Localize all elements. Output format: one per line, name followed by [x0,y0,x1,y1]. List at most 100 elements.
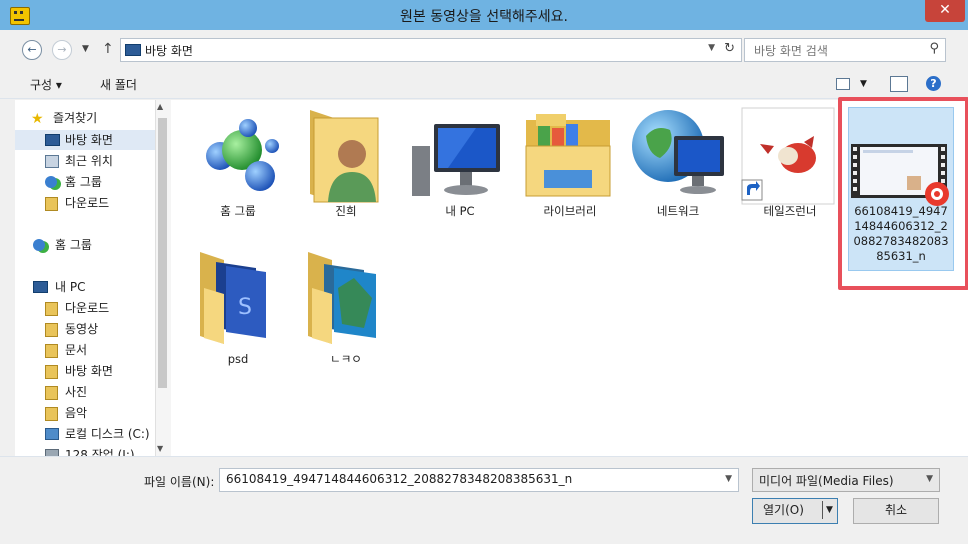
address-row: ← → ▼ ↑ 바탕 화면 ▼ ↻ 바탕 화면 검색 ⚲ [8,34,960,66]
file-item-user[interactable]: 진희 [294,106,398,256]
file-item-homegroup[interactable]: 홈 그룹 [186,106,290,256]
computer-icon [412,124,500,196]
sidebar-favorites[interactable]: ★ 즐겨찾기 [15,108,155,128]
file-type-select[interactable]: 미디어 파일(Media Files) ▼ [752,468,940,492]
folder-icon [308,252,376,344]
navigation-pane: ★ 즐겨찾기 바탕 화면 최근 위치 홈 그룹 다운로드 홈 그룹 내 PC 다… [15,100,155,456]
sidebar-label: 최근 위치 [65,154,113,168]
open-menu-arrow-icon[interactable]: ▼ [826,505,833,515]
sidebar-label: 동영상 [65,322,99,336]
sidebar-label: 바탕 화면 [65,364,113,378]
file-item-psd[interactable]: S psd [186,248,290,398]
scroll-down-icon[interactable]: ▼ [157,444,163,453]
sidebar-item-pictures[interactable]: 사진 [15,382,155,402]
sidebar-label: 다운로드 [65,301,110,315]
homegroup-icon [45,176,57,188]
scroll-up-icon[interactable]: ▲ [157,102,163,111]
file-item-nko[interactable]: ㄴㅋㅇ [294,248,398,398]
file-label: 라이브러리 [543,204,597,218]
sidebar-label: 홈 그룹 [55,238,92,252]
file-item-libraries[interactable]: 라이브러리 [518,106,622,256]
computer-icon [33,281,48,293]
address-bar[interactable]: 바탕 화면 ▼ ↻ [120,38,742,62]
sidebar-item-downloads[interactable]: 다운로드 [15,193,155,213]
sidebar-item-work-drive[interactable]: 128 작업 (I:) [15,445,155,456]
homegroup-icon [33,239,45,251]
file-open-dialog: 원본 동영상을 선택해주세요. ✕ ← → ▼ ↑ 바탕 화면 ▼ ↻ 바탕 화… [0,0,968,544]
file-item-talesrunner[interactable]: 테일즈런너 [738,106,842,256]
folder-icon: S [200,252,266,344]
sidebar-label: 로컬 디스크 (C:) [65,427,150,441]
title-bar[interactable]: 원본 동영상을 선택해주세요. ✕ [0,0,968,30]
sidebar-item-music[interactable]: 음악 [15,403,155,423]
file-label: psd [227,352,249,366]
back-button[interactable]: ← [22,40,42,60]
chevron-down-icon[interactable]: ▼ [708,43,715,53]
file-item-network[interactable]: 네트워크 [626,106,730,256]
desktop-icon [45,134,60,146]
downloads-icon [45,197,58,211]
filename-value: 66108419_494714844606312_208827834820838… [226,472,573,486]
sidebar-item-recent[interactable]: 최근 위치 [15,151,155,171]
drive-icon [45,449,59,456]
sidebar-item-homegroup[interactable]: 홈 그룹 [15,172,155,192]
sidebar-item-local-disk[interactable]: 로컬 디스크 (C:) [15,424,155,444]
file-label: 내 PC [445,204,475,218]
desktop-icon [125,44,141,56]
preview-pane-icon[interactable] [890,76,908,92]
search-input[interactable]: 바탕 화면 검색 ⚲ [744,38,946,62]
sidebar-homegroup[interactable]: 홈 그룹 [15,235,155,255]
file-item-this-pc[interactable]: 내 PC [408,106,512,256]
sidebar-label: 내 PC [55,280,86,294]
documents-icon [45,344,58,358]
selected-file-highlight [838,97,968,290]
file-label: 네트워크 [656,204,700,218]
pictures-icon [45,386,58,400]
cancel-button[interactable]: 취소 [853,498,939,524]
chevron-down-icon[interactable]: ▼ [725,474,732,484]
forward-button[interactable]: → [52,40,72,60]
desktop-icon [45,365,58,379]
organize-button[interactable]: 구성 ▾ [30,76,62,93]
sidebar-label: 음악 [65,406,88,420]
sidebar-this-pc[interactable]: 내 PC [15,277,155,297]
chevron-down-icon: ▼ [926,474,933,484]
star-icon: ★ [31,111,44,127]
sidebar-item-videos[interactable]: 동영상 [15,319,155,339]
refresh-icon[interactable]: ↻ [724,41,735,56]
libraries-icon [525,114,611,197]
svg-text:S: S [238,295,252,320]
sidebar-label: 다운로드 [65,196,110,210]
search-icon[interactable]: ⚲ [929,41,939,56]
music-icon [45,407,58,421]
drive-icon [45,428,59,440]
sidebar-scroll-thumb[interactable] [158,118,167,388]
open-split-divider [822,501,823,519]
new-folder-button[interactable]: 새 폴더 [100,76,137,93]
user-folder-icon [310,110,379,203]
filename-label: 파일 이름(N): [144,475,215,489]
file-label: ㄴㅋㅇ [330,352,362,366]
sidebar-item-documents[interactable]: 문서 [15,340,155,360]
view-options-arrow-icon[interactable]: ▼ [860,79,867,89]
file-type-value: 미디어 파일(Media Files) [759,474,894,488]
sidebar-item-pc-downloads[interactable]: 다운로드 [15,298,155,318]
view-options-icon[interactable] [836,78,850,90]
file-label: 홈 그룹 [220,204,256,218]
close-button[interactable]: ✕ [925,0,965,22]
sidebar-item-pc-desktop[interactable]: 바탕 화면 [15,361,155,381]
downloads-icon [45,302,58,316]
homegroup-icon [206,119,279,191]
game-shortcut-icon [741,107,835,205]
sidebar-item-desktop[interactable]: 바탕 화면 [15,130,155,150]
network-icon [632,110,724,194]
filename-input[interactable]: 66108419_494714844606312_208827834820838… [219,468,739,492]
help-icon[interactable]: ? [926,76,941,91]
up-arrow-icon[interactable]: ↑ [102,41,114,57]
sidebar-label: 즐겨찾기 [53,111,98,125]
command-toolbar: 구성 ▾ 새 폴더 ▼ ? [0,70,968,99]
open-button-label: 열기(O) [763,503,804,517]
recent-locations-arrow-icon[interactable]: ▼ [82,44,89,54]
videos-icon [45,323,58,337]
search-placeholder: 바탕 화면 검색 [754,44,828,58]
